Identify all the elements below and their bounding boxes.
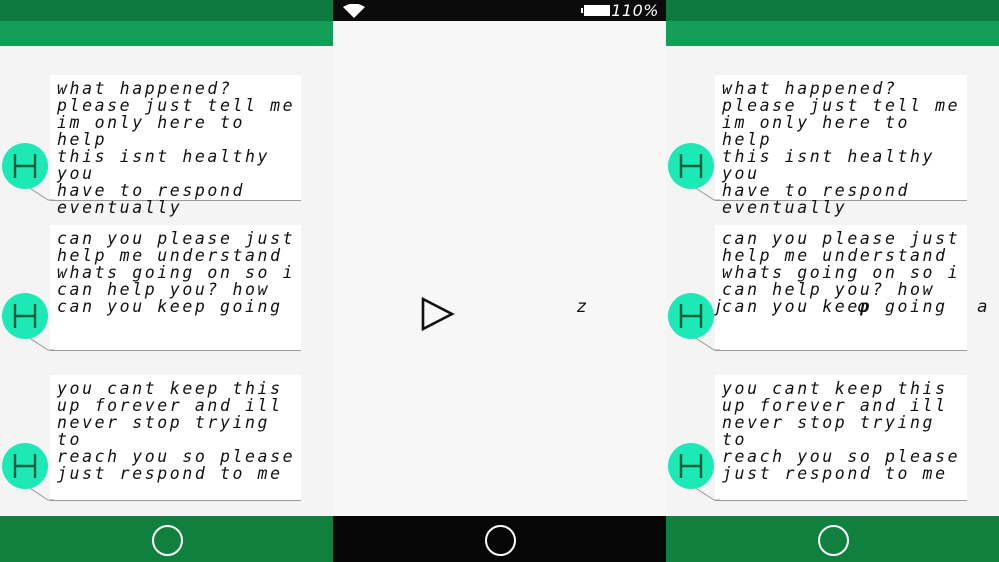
- app-bar-dark: [666, 0, 999, 21]
- battery-percent: 110%: [611, 1, 659, 20]
- player-caption: z: [577, 297, 586, 317]
- play-icon[interactable]: [420, 296, 456, 332]
- video-player-panel: 110% z: [333, 0, 666, 562]
- message-text: can you please just help me understand w…: [57, 229, 296, 316]
- battery-icon: [581, 5, 610, 16]
- home-button[interactable]: [151, 525, 183, 556]
- message-text: can you please just help me understand w…: [722, 229, 961, 316]
- home-button[interactable]: [484, 525, 516, 556]
- avatar[interactable]: [2, 143, 48, 189]
- app-bar: [0, 21, 333, 46]
- home-button[interactable]: [817, 525, 849, 556]
- avatar[interactable]: [668, 443, 714, 489]
- message-bubble[interactable]: what happened? please just tell me im on…: [50, 75, 301, 216]
- bubble-tail-icon: [694, 337, 720, 351]
- avatar[interactable]: [668, 293, 714, 339]
- nav-bar: [0, 516, 333, 562]
- avatar[interactable]: [668, 143, 714, 189]
- avatar-letter-icon: [13, 154, 37, 178]
- overlay-char-right: a: [977, 297, 990, 317]
- message-bubble[interactable]: what happened? please just tell me im on…: [715, 75, 967, 216]
- overlay-char-mid: φ: [857, 297, 871, 317]
- nav-bar: [333, 516, 666, 562]
- bubble-tail-icon: [28, 487, 54, 501]
- avatar-letter-icon: [679, 454, 703, 478]
- bubble-tail-icon: [28, 187, 54, 201]
- bubble-tail-icon: [28, 337, 54, 351]
- message-bubble[interactable]: can you please just help me understand w…: [50, 225, 301, 351]
- avatar[interactable]: [2, 443, 48, 489]
- message-text: you cant keep this up forever and ill ne…: [722, 379, 961, 483]
- bubble-tail-icon: [694, 187, 720, 201]
- left-chat-panel: what happened? please just tell me im on…: [0, 0, 333, 562]
- message-text: you cant keep this up forever and ill ne…: [57, 379, 296, 483]
- message-bubble[interactable]: you cant keep this up forever and ill ne…: [50, 375, 301, 501]
- avatar-letter-icon: [679, 304, 703, 328]
- app-bar: [666, 21, 999, 46]
- message-bubble[interactable]: you cant keep this up forever and ill ne…: [715, 375, 967, 501]
- app-bar-dark: [0, 0, 333, 21]
- avatar-letter-icon: [13, 454, 37, 478]
- avatar-letter-icon: [13, 304, 37, 328]
- right-chat-panel: what happened? please just tell me im on…: [666, 0, 999, 562]
- avatar[interactable]: [2, 293, 48, 339]
- wifi-icon: [343, 4, 365, 18]
- overlay-char-left: j: [716, 297, 723, 317]
- message-bubble[interactable]: can you please just help me understand w…: [715, 225, 967, 351]
- bubble-tail-icon: [694, 487, 720, 501]
- avatar-letter-icon: [679, 154, 703, 178]
- status-bar: 110%: [333, 0, 666, 21]
- message-text: what happened? please just tell me im on…: [722, 79, 961, 217]
- nav-bar: [666, 516, 999, 562]
- message-text: what happened? please just tell me im on…: [57, 79, 296, 217]
